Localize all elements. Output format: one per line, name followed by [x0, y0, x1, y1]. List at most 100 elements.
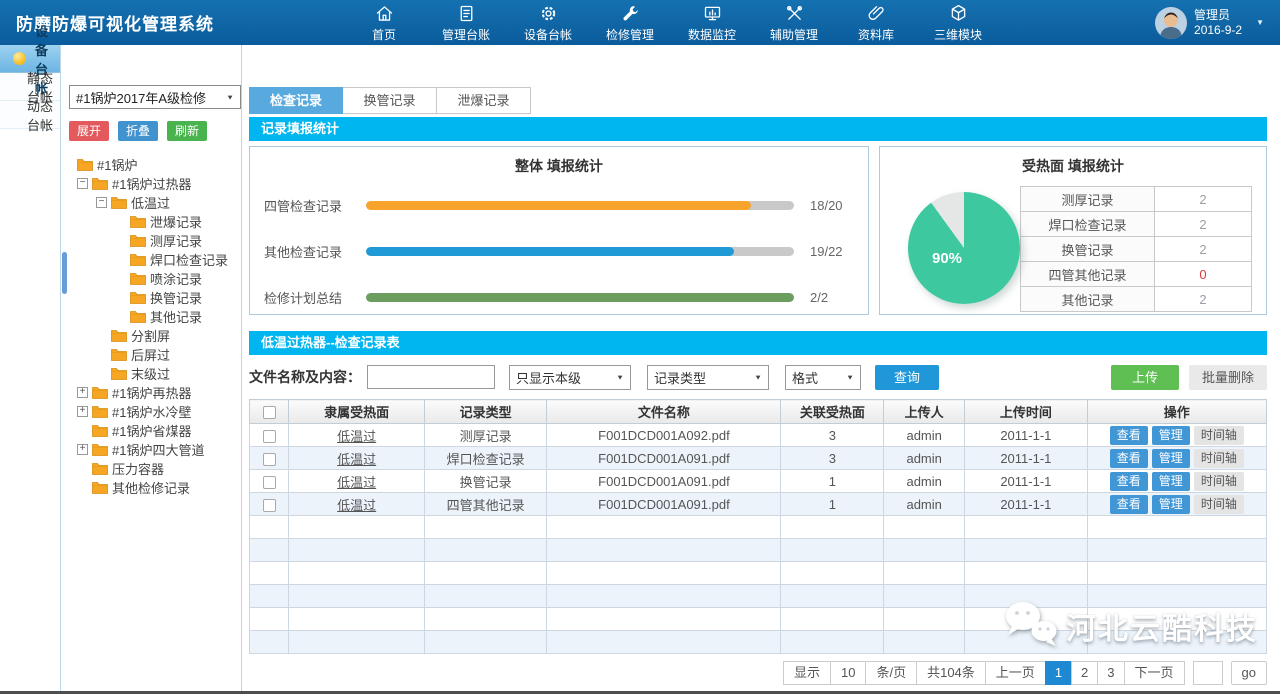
tree-node[interactable]: #1锅炉: [61, 155, 241, 174]
surface-link[interactable]: 低温过: [289, 424, 425, 447]
inspection-select[interactable]: #1锅炉2017年A级检修 ▼: [69, 85, 241, 109]
tree-node-label: 分割屏: [131, 326, 170, 345]
nav-item-2[interactable]: 设备台帐: [522, 2, 574, 43]
file-search-input[interactable]: [367, 365, 495, 389]
expander-minus-icon[interactable]: −: [77, 178, 88, 189]
search-button[interactable]: 查询: [875, 365, 939, 390]
tree-node[interactable]: −#1锅炉过热器: [61, 174, 241, 193]
tree-node[interactable]: 喷涂记录: [61, 269, 241, 288]
action-manage-button[interactable]: 管理: [1152, 449, 1190, 468]
expander-plus-icon[interactable]: +: [77, 406, 88, 417]
user-menu[interactable]: 管理员 2016-9-2 ▼: [1155, 7, 1280, 39]
select-value: 格式: [792, 368, 818, 387]
tree-node[interactable]: 泄爆记录: [61, 212, 241, 231]
pie-chart: 90%: [908, 192, 1020, 304]
action-view-button[interactable]: 查看: [1110, 495, 1148, 514]
tree-node[interactable]: 其他记录: [61, 307, 241, 326]
record-type-select[interactable]: 记录类型▼: [647, 365, 769, 390]
tree-node[interactable]: +#1锅炉水冷壁: [61, 402, 241, 421]
checkbox-icon[interactable]: [263, 430, 276, 443]
column-header: 隶属受热面: [289, 400, 425, 424]
tree-node[interactable]: 分割屏: [61, 326, 241, 345]
tree-node[interactable]: 末级过: [61, 364, 241, 383]
nav-item-4[interactable]: 数据监控: [686, 2, 738, 43]
checkbox-icon[interactable]: [263, 476, 276, 489]
tree-expand-button[interactable]: 展开: [69, 121, 109, 141]
action-timeline-button[interactable]: 时间轴: [1194, 472, 1244, 491]
checkbox-icon[interactable]: [263, 406, 276, 419]
pager-page-size[interactable]: 10: [830, 661, 866, 685]
tree-node[interactable]: 压力容器: [61, 459, 241, 478]
expander-plus-icon[interactable]: +: [77, 387, 88, 398]
action-view-button[interactable]: 查看: [1110, 472, 1148, 491]
surface-link[interactable]: 低温过: [289, 470, 425, 493]
pager-page-2[interactable]: 2: [1071, 661, 1098, 685]
tree-refresh-button[interactable]: 刷新: [167, 121, 207, 141]
action-manage-button[interactable]: 管理: [1152, 472, 1190, 491]
row-select-cell[interactable]: [250, 470, 289, 493]
action-view-button[interactable]: 查看: [1110, 449, 1148, 468]
surface-stats-body: 90% 测厚记录2焊口检查记录2换管记录2四管其他记录0其他记录2: [880, 176, 1266, 312]
tree-node[interactable]: −低温过: [61, 193, 241, 212]
upload-time-cell: 2011-1-1: [965, 493, 1087, 516]
pager-goto-input[interactable]: [1193, 661, 1223, 685]
nav-item-5[interactable]: 辅助管理: [768, 2, 820, 43]
expander-plus-icon[interactable]: +: [77, 444, 88, 455]
pager-page-1[interactable]: 1: [1045, 661, 1072, 685]
tree-node[interactable]: 后屏过: [61, 345, 241, 364]
tree-node[interactable]: 其他检修记录: [61, 478, 241, 497]
batch-delete-button[interactable]: 批量删除: [1189, 365, 1267, 390]
select-all-cell[interactable]: [250, 400, 289, 424]
format-select[interactable]: 格式▼: [785, 365, 861, 390]
row-select-cell[interactable]: [250, 493, 289, 516]
action-timeline-button[interactable]: 时间轴: [1194, 426, 1244, 445]
action-manage-button[interactable]: 管理: [1152, 495, 1190, 514]
surface-link[interactable]: 低温过: [289, 447, 425, 470]
tree-node[interactable]: +#1锅炉再热器: [61, 383, 241, 402]
nav-item-label: 检修管理: [606, 26, 654, 43]
tree-node[interactable]: +#1锅炉四大管道: [61, 440, 241, 459]
tab-1[interactable]: 换管记录: [343, 87, 437, 114]
empty-cell: [250, 608, 289, 631]
pager-next-button[interactable]: 下一页: [1124, 661, 1185, 685]
checkbox-icon[interactable]: [263, 453, 276, 466]
sidebar-item-2[interactable]: 动态台帐: [0, 101, 60, 129]
main-nav: 首页管理台账设备台帐检修管理 数据监控辅助管理资料库三维模块: [330, 2, 1155, 43]
tree-node-label: 测厚记录: [150, 231, 202, 250]
tree-collapse-button[interactable]: 折叠: [118, 121, 158, 141]
action-view-button[interactable]: 查看: [1110, 426, 1148, 445]
pager-page-3[interactable]: 3: [1097, 661, 1124, 685]
tree-node[interactable]: 换管记录: [61, 288, 241, 307]
tab-0[interactable]: 检查记录: [249, 87, 343, 114]
pager-go-button[interactable]: go: [1231, 661, 1267, 685]
tree-node-label: 喷涂记录: [150, 269, 202, 288]
row-select-cell[interactable]: [250, 447, 289, 470]
tree-scrollbar[interactable]: [62, 252, 67, 294]
app-window: 防磨防爆可视化管理系统 首页管理台账设备台帐检修管理数据监控辅助管理资料库三维模…: [0, 0, 1280, 694]
folder-icon: [92, 462, 108, 475]
uploader-cell: admin: [884, 470, 965, 493]
sidebar: 设备台帐静态台帐动态台帐: [0, 45, 61, 691]
nav-item-7[interactable]: 三维模块: [932, 2, 984, 43]
table-row: 低温过换管记录F001DCD001A091.pdf1admin2011-1-1查…: [250, 470, 1267, 493]
action-manage-button[interactable]: 管理: [1152, 426, 1190, 445]
expander-minus-icon[interactable]: −: [96, 197, 107, 208]
tree-node[interactable]: 焊口检查记录: [61, 250, 241, 269]
checkbox-icon[interactable]: [263, 499, 276, 512]
upload-button[interactable]: 上传: [1111, 365, 1179, 390]
nav-item-3[interactable]: 检修管理: [604, 2, 656, 43]
pager-prev-button[interactable]: 上一页: [985, 661, 1046, 685]
tree-node[interactable]: 测厚记录: [61, 231, 241, 250]
nav-item-6[interactable]: 资料库: [850, 2, 902, 43]
row-select-cell[interactable]: [250, 424, 289, 447]
action-timeline-button[interactable]: 时间轴: [1194, 495, 1244, 514]
scope-select[interactable]: 只显示本级▼: [509, 365, 631, 390]
surface-link[interactable]: 低温过: [289, 493, 425, 516]
nav-item-0[interactable]: 首页: [358, 2, 410, 43]
nav-item-1[interactable]: 管理台账: [440, 2, 492, 43]
stat-label: 焊口检查记录: [1021, 212, 1155, 237]
tree-node[interactable]: #1锅炉省煤器: [61, 421, 241, 440]
tab-2[interactable]: 泄爆记录: [437, 87, 531, 114]
empty-cell: [781, 585, 884, 608]
action-timeline-button[interactable]: 时间轴: [1194, 449, 1244, 468]
